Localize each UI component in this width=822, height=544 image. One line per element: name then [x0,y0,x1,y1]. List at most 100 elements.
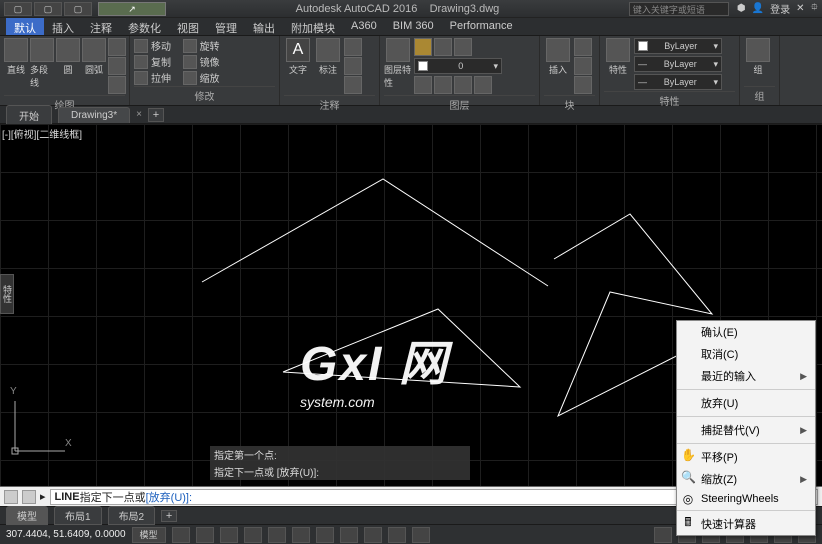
stretch-button[interactable]: 拉伸 缩放 [134,70,220,85]
pan-icon: ✋ [681,448,695,462]
share-button[interactable]: ↗ [98,2,166,16]
titlebar-right: ⬢ 👤 登录 ✕ ⯐ [737,0,818,17]
status-grid-icon[interactable] [172,527,190,543]
menu-item-undo[interactable]: 放弃(U) [677,392,815,414]
layer-props-button[interactable]: 图层特性 [384,38,412,89]
status-model-button[interactable]: 模型 [132,527,166,543]
ribbon-tab-a360[interactable]: A360 [343,18,385,35]
ribbon-tab-default[interactable]: 默认 [6,18,44,35]
layer-lock-icon[interactable] [434,38,452,56]
ribbon-tab-annotate[interactable]: 注释 [82,18,120,35]
menu-item-snap[interactable]: 捕捉替代(V)▶ [677,419,815,441]
ribbon-tab-performance[interactable]: Performance [442,18,521,35]
line-button[interactable]: 直线 [4,38,28,76]
ribbon-tab-view[interactable]: 视图 [169,18,207,35]
layer-sm[interactable] [454,76,472,94]
polyline-button[interactable]: 多段线 [30,38,54,89]
submenu-arrow-icon: ▶ [800,371,807,382]
status-annomon-icon[interactable] [654,527,672,543]
copy-icon [134,55,148,69]
layer-sm[interactable] [434,76,452,94]
close-tab-icon[interactable]: × [136,109,142,120]
add-layout-button[interactable]: + [161,510,177,522]
anno-sm-3[interactable] [344,76,362,94]
menu-item-zoom[interactable]: 🔍缩放(Z)▶ [677,468,815,490]
menu-item-pan[interactable]: ✋平移(P) [677,446,815,468]
color-selector[interactable]: ByLayer▾ [634,38,722,54]
new-tab-button[interactable]: + [148,108,164,122]
cmd-settings-icon[interactable] [22,490,36,504]
help2-icon[interactable]: ⯐ [811,0,819,17]
block-sm[interactable] [574,38,592,56]
insert-button[interactable]: 插入 [544,38,572,76]
menu-item-recent[interactable]: 最近的输入▶ [677,365,815,387]
copy-button[interactable]: 复制 镜像 [134,54,220,69]
layout-tab-model[interactable]: 模型 [6,506,48,525]
ribbon-tab-addins[interactable]: 附加模块 [283,18,343,35]
status-lwt-icon[interactable] [364,527,382,543]
ribbon-tab-parametric[interactable]: 参数化 [120,18,169,35]
exchange-icon[interactable]: ✕ [796,3,804,14]
search-input[interactable]: 键入关键字或短语 [629,2,729,16]
layout-tab-1[interactable]: 布局1 [54,506,102,525]
dim-icon [316,38,340,62]
layer-selector[interactable]: 0▾ [414,58,502,74]
layer-plot-icon[interactable] [454,38,472,56]
ribbon-tab-insert[interactable]: 插入 [44,18,82,35]
panel-block: 插入 块 [540,36,600,105]
status-dyn-icon[interactable] [340,527,358,543]
layer-sm[interactable] [414,76,432,94]
submenu-arrow-icon: ▶ [800,425,807,436]
status-polar-icon[interactable] [244,527,262,543]
win-btn[interactable]: ▢ [34,2,62,16]
draw-sm-1[interactable] [108,38,126,56]
draw-sm-2[interactable] [108,57,126,75]
anno-sm-1[interactable] [344,38,362,56]
menu-item-cancel[interactable]: 取消(C) [677,343,815,365]
block-sm[interactable] [574,57,592,75]
text-button[interactable]: A文字 [284,38,312,76]
status-3dosnap-icon[interactable] [292,527,310,543]
status-otrack-icon[interactable] [316,527,334,543]
login-label[interactable]: 登录 [770,1,790,16]
anno-sm-2[interactable] [344,57,362,75]
props-button[interactable]: 特性 [604,38,632,76]
group-icon [746,38,770,62]
lineweight-selector[interactable]: —ByLayer▾ [634,74,722,90]
file-tab-drawing[interactable]: Drawing3* [58,107,130,123]
linetype-selector[interactable]: —ByLayer▾ [634,56,722,72]
file-tab-start[interactable]: 开始 [6,105,52,125]
group-button[interactable]: 组 [744,38,772,76]
win-btn[interactable]: ▢ [4,2,32,16]
status-cycling-icon[interactable] [412,527,430,543]
layer-freeze-icon[interactable] [414,38,432,56]
panel-label: 图层 [384,95,535,112]
ribbon-tab-bim360[interactable]: BIM 360 [385,18,442,35]
status-transparency-icon[interactable] [388,527,406,543]
calc-icon: 🖩 [681,515,695,529]
ribbon-tab-output[interactable]: 输出 [245,18,283,35]
move-button[interactable]: 移动 旋转 [134,38,220,53]
draw-sm-3[interactable] [108,76,126,94]
cmd-chevron-icon: ▸ [40,490,46,503]
menu-item-quickcalc[interactable]: 🖩快速计算器 [677,513,815,535]
user-icon[interactable]: 👤 [752,3,764,14]
arc-icon [82,38,106,62]
menu-item-enter[interactable]: 确认(E) [677,321,815,343]
help-icon[interactable]: ⬢ [737,3,746,14]
circle-button[interactable]: 圆 [56,38,80,76]
dim-button[interactable]: 标注 [314,38,342,76]
ribbon-tab-manage[interactable]: 管理 [207,18,245,35]
arc-button[interactable]: 圆弧 [82,38,106,76]
layout-tab-2[interactable]: 布局2 [108,506,156,525]
layer-swatch-icon [418,61,428,71]
status-snap-icon[interactable] [196,527,214,543]
cmd-close-icon[interactable] [4,490,18,504]
menu-item-steering[interactable]: ◎SteeringWheels [677,490,815,508]
block-sm[interactable] [574,76,592,94]
layer-sm[interactable] [474,76,492,94]
status-ortho-icon[interactable] [220,527,238,543]
win-btn[interactable]: ▢ [64,2,92,16]
panel-group: 组 组 [740,36,780,105]
status-osnap-icon[interactable] [268,527,286,543]
